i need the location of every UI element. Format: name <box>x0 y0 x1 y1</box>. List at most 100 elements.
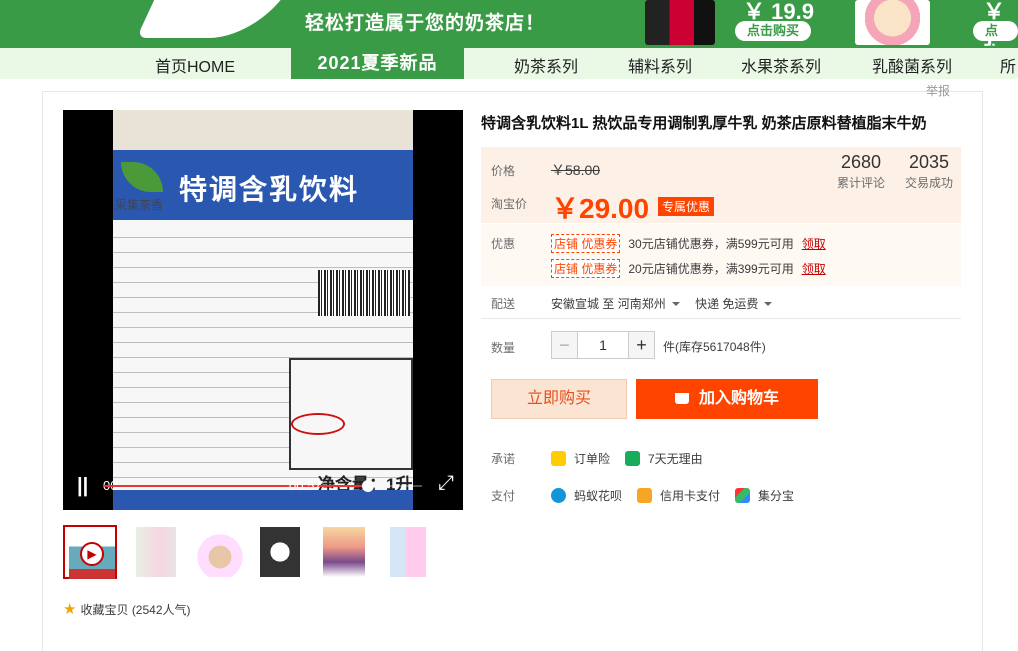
coupon-tag: 店铺 优惠券 <box>551 234 621 253</box>
coupon-label: 优惠 <box>491 237 516 251</box>
favorite-label: 收藏宝贝 <box>80 603 129 617</box>
decrease-button[interactable]: − <box>552 332 578 358</box>
promise-order-insurance[interactable]: 订单险 <box>551 450 610 467</box>
review-count-label: 累计评论 <box>836 176 885 190</box>
price-box: 价格 ￥58.00 淘宝价 ￥29.00 专属优惠 2680 累计评论 2035… <box>481 147 961 224</box>
promo-price-label: 淘宝价 <box>491 197 528 211</box>
coupon-row: 店铺 优惠券 20元店铺优惠券，满399元可用 领取 <box>551 259 826 278</box>
thumbnail-1[interactable] <box>130 525 184 579</box>
star-icon: ★ <box>63 601 77 618</box>
increase-button[interactable]: + <box>628 332 654 358</box>
seven-day-icon <box>625 451 640 466</box>
video-progress-fill <box>103 485 368 487</box>
promo-product-image <box>645 0 715 45</box>
payment-label: 支付 <box>491 489 516 503</box>
nav-item-more[interactable]: 所 <box>1000 53 1016 77</box>
package-bottom <box>113 490 413 510</box>
nav-item-milk-tea[interactable]: 奶茶系列 <box>514 53 578 77</box>
current-price: ￥29.00 <box>551 193 650 224</box>
stock-text: 件(库存5617048件) <box>663 340 766 354</box>
thumbnail-image <box>197 527 243 577</box>
nav-item-lactic[interactable]: 乳酸菌系列 <box>872 53 952 77</box>
play-icon: ▶ <box>80 542 104 566</box>
promo-buy-button[interactable]: 点击购买 <box>735 21 812 41</box>
thumbnail-image <box>323 527 365 577</box>
barcode <box>318 270 410 316</box>
nav-item-summer-new[interactable]: 2021夏季新品 <box>291 48 464 79</box>
insurance-icon <box>551 451 566 466</box>
add-to-cart-button[interactable]: 加入购物车 <box>636 379 818 419</box>
shop-nav: 首页HOME 2021夏季新品 奶茶系列 辅料系列 水果茶系列 乳酸菌系列 所 <box>0 48 1018 79</box>
pause-icon[interactable]: || <box>77 475 88 498</box>
coupon-text: 20元店铺优惠券，满399元可用 <box>628 262 794 276</box>
promise-text: 订单险 <box>574 452 611 466</box>
promo-card-2[interactable]: ￥ 1 点击 <box>855 0 1018 48</box>
review-count: 2680 <box>840 152 882 172</box>
thumbnail-image <box>136 527 176 577</box>
review-count-stat[interactable]: 2680 累计评论 <box>831 152 891 191</box>
fullscreen-icon[interactable]: ⤢ <box>438 472 454 495</box>
favorite-button[interactable]: ★ 收藏宝贝 (2542人气) <box>63 600 191 618</box>
chevron-down-icon <box>764 302 773 306</box>
quantity-input[interactable]: 1 <box>578 332 628 358</box>
buy-now-button[interactable]: 立即购买 <box>491 379 627 419</box>
add-to-cart-label: 加入购物车 <box>698 390 779 407</box>
banner-slogan: 轻松打造属于您的奶茶店！ <box>305 13 546 34</box>
payment-text: 信用卡支付 <box>660 489 721 503</box>
thumbnail-4[interactable] <box>319 525 373 579</box>
package-top <box>113 110 413 150</box>
nav-item-ingredients[interactable]: 辅料系列 <box>628 53 692 77</box>
payment-jifenbao[interactable]: 集分宝 <box>735 487 794 504</box>
credit-card-icon <box>637 488 652 503</box>
claim-coupon-link[interactable]: 领取 <box>802 237 826 251</box>
promo-buy-button[interactable]: 点击 <box>973 21 1018 48</box>
jifenbao-icon <box>735 488 750 503</box>
ship-method: 快递 免运费 <box>695 297 759 311</box>
ship-from: 安徽宣城 <box>551 297 600 311</box>
payment-credit-card[interactable]: 信用卡支付 <box>637 487 720 504</box>
product-title: 特调含乳饮料1L 热饮品专用调制乳厚牛乳 奶茶店原料替植脂末牛奶 <box>481 115 927 132</box>
promise-text: 7天无理由 <box>648 452 703 466</box>
promise-label: 承诺 <box>491 452 516 466</box>
promo-product-image <box>855 0 930 45</box>
coupon-row: 店铺 优惠券 30元店铺优惠券，满599元可用 领取 <box>551 234 826 253</box>
coupon-section: 优惠 店铺 优惠券 30元店铺优惠券，满599元可用 领取 店铺 优惠券 20元店铺优… <box>481 224 961 286</box>
payment-text: 蚂蚁花呗 <box>574 489 623 503</box>
product-video-player[interactable]: 特调含乳饮料 采集茶香 净含量：1升 || 00 00:57 ⤢ <box>63 110 463 510</box>
chevron-down-icon <box>671 302 680 306</box>
coupon-text: 30元店铺优惠券，满599元可用 <box>628 237 794 251</box>
sales-count-stat: 2035 交易成功 <box>899 152 959 191</box>
thumbnail-image <box>260 527 300 577</box>
favorite-count: (2542人气) <box>131 603 191 617</box>
thumbnail-3[interactable] <box>256 525 310 579</box>
ship-method-select[interactable]: 快递 免运费 <box>695 297 784 311</box>
thumbnail-2[interactable] <box>193 525 247 579</box>
original-price: ￥58.00 <box>551 162 601 178</box>
price-label: 价格 <box>491 164 516 178</box>
thumbnail-video[interactable]: ▶ <box>63 525 117 579</box>
payment-huabei[interactable]: 蚂蚁花呗 <box>551 487 622 504</box>
sales-count-label: 交易成功 <box>904 176 953 190</box>
claim-coupon-link[interactable]: 领取 <box>802 262 826 276</box>
video-total-time: 00:57 <box>289 478 322 493</box>
cart-icon <box>674 393 689 404</box>
nav-item-fruit-tea[interactable]: 水果茶系列 <box>741 53 821 77</box>
promo-card-1[interactable]: ￥ 19.9 点击购买 <box>645 0 835 48</box>
ship-to: 河南郑州 <box>617 297 666 311</box>
exclusive-badge: 专属优惠 <box>658 197 715 216</box>
nav-item-home[interactable]: 首页HOME <box>155 53 235 77</box>
shipping-info: 安徽宣城 至 河南郑州 快递 免运费 <box>551 295 784 312</box>
video-progress-knob[interactable] <box>361 480 374 492</box>
shop-logo[interactable] <box>136 0 294 38</box>
sales-count: 2035 <box>908 152 950 172</box>
report-link[interactable]: 举报 <box>926 82 950 99</box>
thumbnail-5[interactable] <box>382 525 436 579</box>
thumbnail-image <box>390 527 426 577</box>
video-progress-track[interactable] <box>103 480 422 492</box>
package-headline: 特调含乳饮料 <box>179 174 360 205</box>
top-banner: 轻松打造属于您的奶茶店！ ￥ 19.9 点击购买 ￥ 1 点击 <box>0 0 1018 48</box>
ship-to-select[interactable]: 河南郑州 <box>618 297 692 311</box>
coupon-tag: 店铺 优惠券 <box>551 259 621 278</box>
divider <box>481 318 961 319</box>
promise-7-day-return[interactable]: 7天无理由 <box>625 450 703 467</box>
